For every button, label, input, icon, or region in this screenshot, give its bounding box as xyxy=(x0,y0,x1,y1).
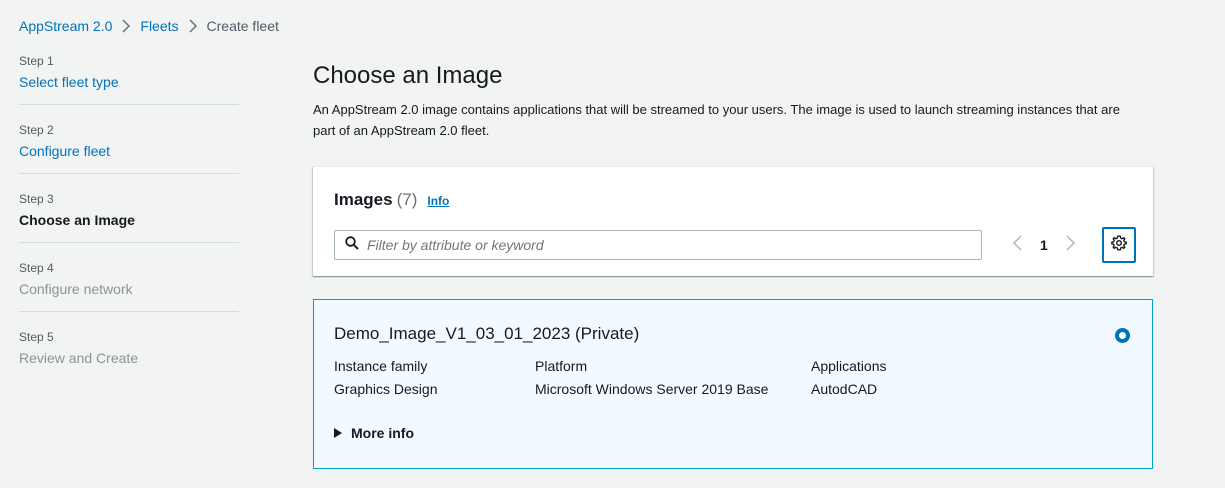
step-5: Step 5 Review and Create xyxy=(19,330,239,380)
caret-right-icon xyxy=(334,428,342,438)
step-configure-network: Configure network xyxy=(19,281,133,297)
chevron-right-icon xyxy=(188,19,197,33)
preferences-button[interactable] xyxy=(1102,227,1136,263)
step-number: Step 2 xyxy=(19,123,54,137)
filter-input[interactable] xyxy=(367,237,981,253)
attr-platform: Platform Microsoft Windows Server 2019 B… xyxy=(535,356,768,399)
attr-applications: Applications AutodCAD xyxy=(811,356,887,399)
images-heading: Images xyxy=(334,190,393,209)
image-name: Demo_Image_V1_03_01_2023 (Private) xyxy=(334,324,640,343)
breadcrumb-appstream[interactable]: AppStream 2.0 xyxy=(19,18,112,34)
radio-selected-icon[interactable] xyxy=(1115,328,1130,343)
step-number: Step 4 xyxy=(19,261,54,275)
step-number: Step 1 xyxy=(19,54,54,68)
chevron-left-icon[interactable] xyxy=(1012,235,1022,254)
filter-box[interactable] xyxy=(334,230,982,260)
step-2: Step 2 Configure fleet xyxy=(19,123,239,174)
breadcrumb: AppStream 2.0 Fleets Create fleet xyxy=(19,16,279,36)
search-icon xyxy=(345,235,359,255)
more-info-label: More info xyxy=(351,425,414,441)
breadcrumb-fleets[interactable]: Fleets xyxy=(140,18,178,34)
images-header: Images (7) Info xyxy=(334,190,449,210)
pagination: 1 xyxy=(1012,235,1075,254)
attr-key: Instance family xyxy=(334,358,428,374)
images-count: (7) xyxy=(396,190,418,209)
attr-value: Graphics Design xyxy=(334,381,438,397)
step-link-select-fleet-type[interactable]: Select fleet type xyxy=(19,74,239,90)
page-frame: AppStream 2.0 Fleets Create fleet Step 1… xyxy=(8,6,1217,484)
step-4: Step 4 Configure network xyxy=(19,261,239,312)
page-number[interactable]: 1 xyxy=(1040,237,1048,253)
info-link[interactable]: Info xyxy=(427,194,449,208)
attr-value: Microsoft Windows Server 2019 Base xyxy=(535,381,769,397)
page-title: Choose an Image xyxy=(313,62,503,89)
chevron-right-icon xyxy=(122,19,131,33)
attr-key: Platform xyxy=(535,358,588,374)
attr-value: AutodCAD xyxy=(811,381,878,397)
chevron-right-icon[interactable] xyxy=(1066,235,1075,254)
main-content: Choose an Image An AppStream 2.0 image c… xyxy=(313,61,1163,141)
gear-icon xyxy=(1111,235,1127,256)
images-panel: Images (7) Info 1 xyxy=(313,166,1153,276)
image-card[interactable]: Demo_Image_V1_03_01_2023 (Private) Insta… xyxy=(313,299,1153,469)
step-current-choose-image: Choose an Image xyxy=(19,212,135,228)
step-review-create: Review and Create xyxy=(19,350,139,366)
attr-key: Applications xyxy=(811,358,887,374)
wizard-steps: Step 1 Select fleet type Step 2 Configur… xyxy=(19,54,239,398)
breadcrumb-current: Create fleet xyxy=(206,18,279,34)
more-info-toggle[interactable]: More info xyxy=(334,425,414,441)
step-number: Step 3 xyxy=(19,192,54,206)
page-description: An AppStream 2.0 image contains applicat… xyxy=(313,102,1120,138)
step-1: Step 1 Select fleet type xyxy=(19,54,239,105)
step-number: Step 5 xyxy=(19,330,54,344)
attr-instance-family: Instance family Graphics Design xyxy=(334,356,438,399)
step-link-configure-fleet[interactable]: Configure fleet xyxy=(19,143,239,159)
step-3: Step 3 Choose an Image xyxy=(19,192,239,243)
